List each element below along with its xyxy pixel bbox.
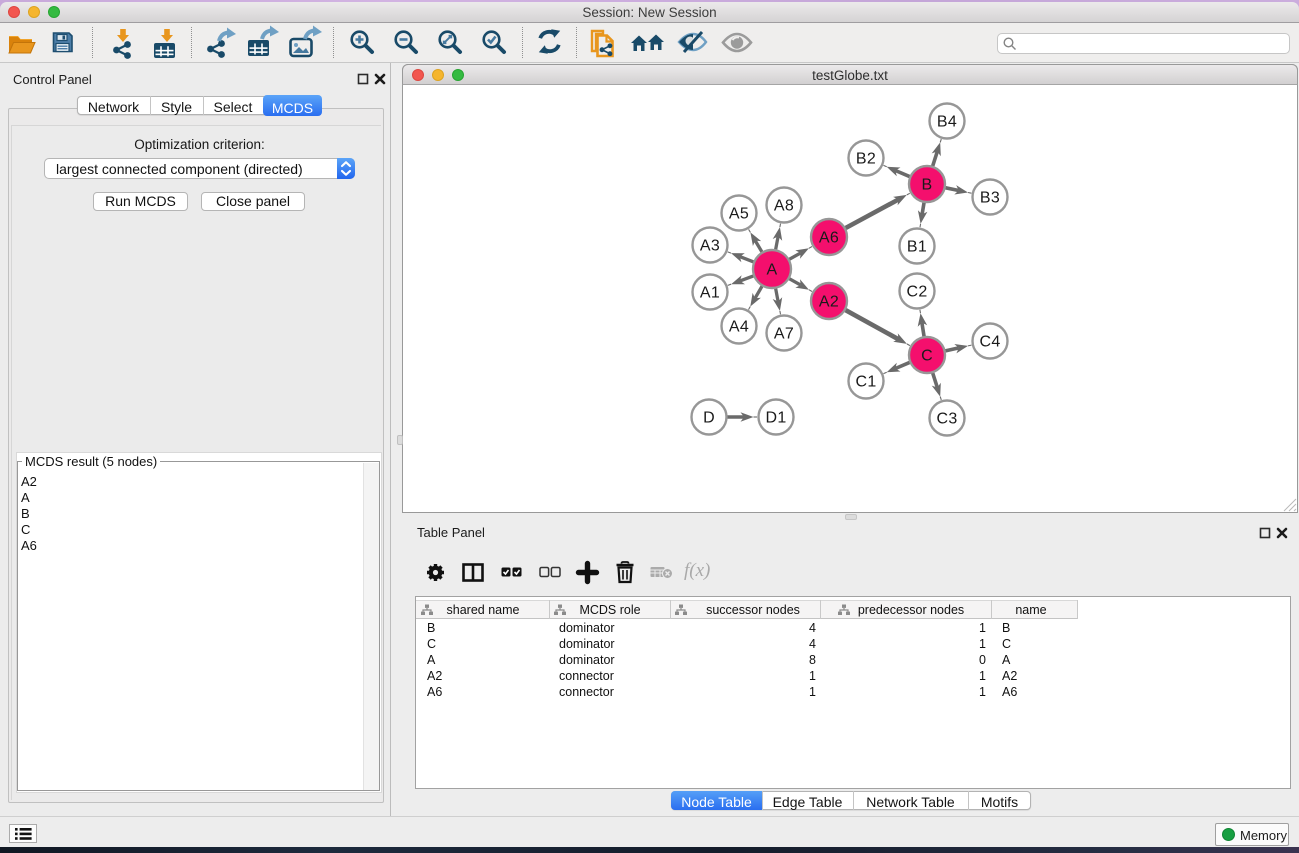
- svg-text:A8: A8: [774, 198, 794, 215]
- svg-text:B2: B2: [856, 151, 876, 168]
- svg-text:C4: C4: [979, 334, 1000, 351]
- svg-text:A5: A5: [729, 206, 749, 223]
- svg-text:A6: A6: [819, 230, 839, 247]
- svg-text:D: D: [703, 410, 715, 427]
- svg-text:A3: A3: [700, 238, 720, 255]
- svg-text:C1: C1: [855, 374, 876, 391]
- svg-text:A2: A2: [819, 294, 839, 311]
- svg-text:C2: C2: [906, 284, 927, 301]
- svg-text:B4: B4: [937, 114, 957, 131]
- svg-text:A4: A4: [729, 319, 749, 336]
- svg-text:C: C: [921, 348, 933, 365]
- svg-text:A1: A1: [700, 285, 720, 302]
- svg-text:A: A: [767, 262, 778, 279]
- svg-text:B: B: [922, 177, 933, 194]
- svg-text:D1: D1: [765, 410, 786, 427]
- svg-text:A7: A7: [774, 326, 794, 343]
- svg-text:C3: C3: [936, 411, 957, 428]
- svg-text:B1: B1: [907, 239, 927, 256]
- svg-text:B3: B3: [980, 190, 1000, 207]
